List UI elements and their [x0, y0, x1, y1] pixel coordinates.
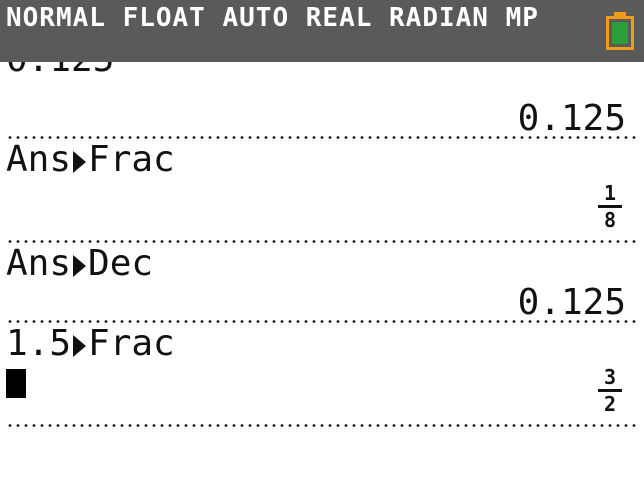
mode-indicator: NORMAL FLOAT AUTO REAL RADIAN MP: [6, 3, 539, 33]
result-line: 0.125: [517, 282, 626, 323]
fraction-numerator: 3: [603, 365, 617, 389]
entry-operand: Ans: [6, 243, 72, 284]
convert-arrow-icon: [73, 255, 87, 277]
result-line: 0.125: [517, 98, 626, 139]
entry-line: 1.5 Frac: [6, 324, 175, 364]
fraction-result: 1 8: [598, 182, 622, 231]
convert-arrow-icon: [73, 151, 87, 173]
status-bar: NORMAL FLOAT AUTO REAL RADIAN MP: [0, 0, 644, 62]
entry-command: Frac: [88, 139, 175, 180]
calculator-screen: NORMAL FLOAT AUTO REAL RADIAN MP 0.125 0…: [0, 0, 644, 484]
fraction-denominator: 2: [603, 392, 617, 416]
entry-separator: [6, 424, 640, 427]
fraction-result: 3 2: [598, 366, 622, 415]
entry-operand: 1.5: [6, 323, 72, 364]
fraction-numerator: 1: [603, 181, 617, 205]
home-screen-history: 0.125 0.125 Ans Frac 1 8 Ans Dec 0.125 1.5…: [0, 62, 644, 484]
input-cursor[interactable]: [6, 369, 26, 398]
entry-line: Ans Dec: [6, 244, 153, 284]
fraction-denominator: 8: [603, 208, 617, 232]
previous-entry-partial: 0.125: [6, 62, 114, 80]
battery-icon: [606, 12, 634, 50]
entry-line: Ans Frac: [6, 140, 175, 180]
entry-command: Dec: [88, 243, 154, 284]
convert-arrow-icon: [73, 335, 87, 357]
entry-command: Frac: [88, 323, 175, 364]
entry-operand: Ans: [6, 139, 72, 180]
